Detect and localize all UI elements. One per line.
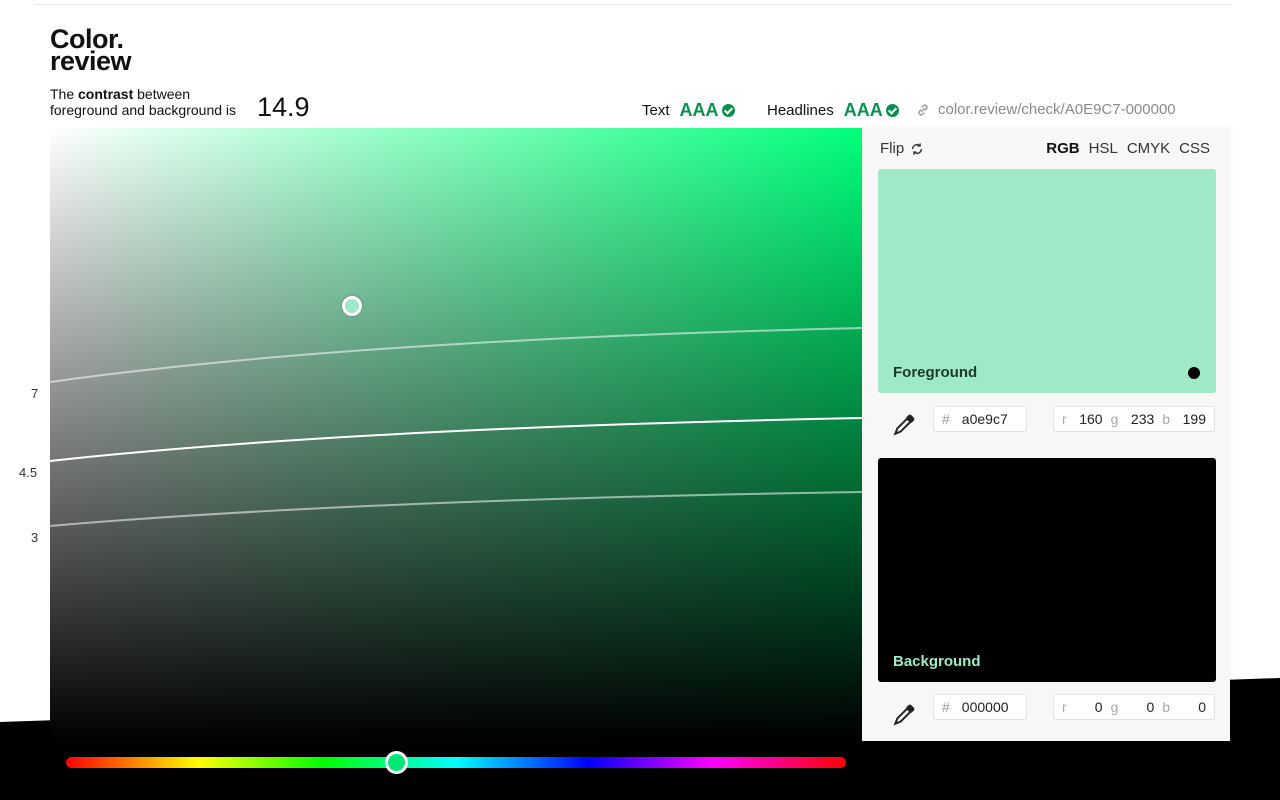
headlines-score-grade: AAA bbox=[843, 100, 883, 120]
foreground-hex-input[interactable]: # a0e9c7 bbox=[933, 406, 1027, 432]
foreground-g[interactable]: 233 bbox=[1126, 411, 1154, 427]
background-rgb-input[interactable]: r0 g0 b0 bbox=[1053, 694, 1215, 720]
foreground-label: Foreground bbox=[893, 364, 978, 381]
background-r[interactable]: 0 bbox=[1075, 699, 1103, 715]
link-icon bbox=[918, 104, 928, 115]
hue-slider[interactable] bbox=[66, 757, 846, 768]
check-circle-icon bbox=[721, 104, 735, 117]
flip-label: Flip bbox=[880, 140, 905, 157]
color-panel: Flip RGB HSL CMYK CSS Foreground # a0e9c… bbox=[862, 128, 1230, 741]
text-score-label: Text bbox=[642, 102, 670, 119]
refresh-icon bbox=[912, 142, 923, 155]
background-b[interactable]: 0 bbox=[1178, 699, 1206, 715]
background-g[interactable]: 0 bbox=[1126, 699, 1154, 715]
contrast-description: The contrast between foreground and back… bbox=[50, 86, 237, 118]
contrast-curve-7 bbox=[50, 327, 862, 383]
color-mode-tabs: RGB HSL CMYK CSS bbox=[1046, 140, 1210, 157]
text-score: Text AAA bbox=[642, 100, 735, 121]
tab-css[interactable]: CSS bbox=[1179, 140, 1210, 157]
share-url: color.review/check/A0E9C7-000000 bbox=[938, 101, 1176, 118]
logo[interactable]: Color. review bbox=[50, 26, 132, 76]
tab-cmyk[interactable]: CMYK bbox=[1127, 140, 1170, 157]
tab-rgb[interactable]: RGB bbox=[1046, 140, 1079, 157]
color-field-handle[interactable] bbox=[342, 296, 362, 316]
contrast-curves bbox=[50, 327, 862, 527]
foreground-b[interactable]: 199 bbox=[1178, 411, 1206, 427]
foreground-r[interactable]: 160 bbox=[1075, 411, 1102, 427]
background-swatch[interactable]: Background bbox=[878, 458, 1216, 682]
headlines-score: Headlines AAA bbox=[767, 100, 899, 121]
eyedropper-icon[interactable] bbox=[892, 701, 918, 727]
foreground-rgb-input[interactable]: r 160 g 233 b 199 bbox=[1053, 406, 1215, 432]
share-link[interactable]: color.review/check/A0E9C7-000000 bbox=[916, 101, 1176, 118]
background-hex-input[interactable]: # 000000 bbox=[933, 694, 1027, 720]
axis-label-4-5: 4.5 bbox=[19, 465, 38, 480]
hue-slider-handle[interactable] bbox=[385, 751, 408, 774]
color-field[interactable] bbox=[50, 128, 862, 741]
headlines-score-label: Headlines bbox=[767, 102, 834, 119]
contrast-curve-3 bbox=[50, 491, 862, 527]
background-label: Background bbox=[893, 653, 981, 670]
foreground-indicator-dot bbox=[1188, 367, 1200, 379]
eyedropper-icon[interactable] bbox=[892, 411, 918, 437]
foreground-swatch[interactable]: Foreground bbox=[878, 169, 1216, 393]
contrast-ratio: 14.9 bbox=[257, 92, 310, 122]
tab-hsl[interactable]: HSL bbox=[1089, 140, 1118, 157]
contrast-curve-4-5 bbox=[50, 417, 862, 462]
text-score-grade: AAA bbox=[679, 100, 719, 120]
axis-label-3: 3 bbox=[31, 530, 39, 545]
flip-button[interactable]: Flip bbox=[880, 140, 924, 157]
logo-line2: review bbox=[50, 46, 132, 76]
top-divider bbox=[34, 4, 1232, 5]
check-circle-icon bbox=[885, 104, 899, 117]
axis-label-7: 7 bbox=[31, 386, 39, 401]
